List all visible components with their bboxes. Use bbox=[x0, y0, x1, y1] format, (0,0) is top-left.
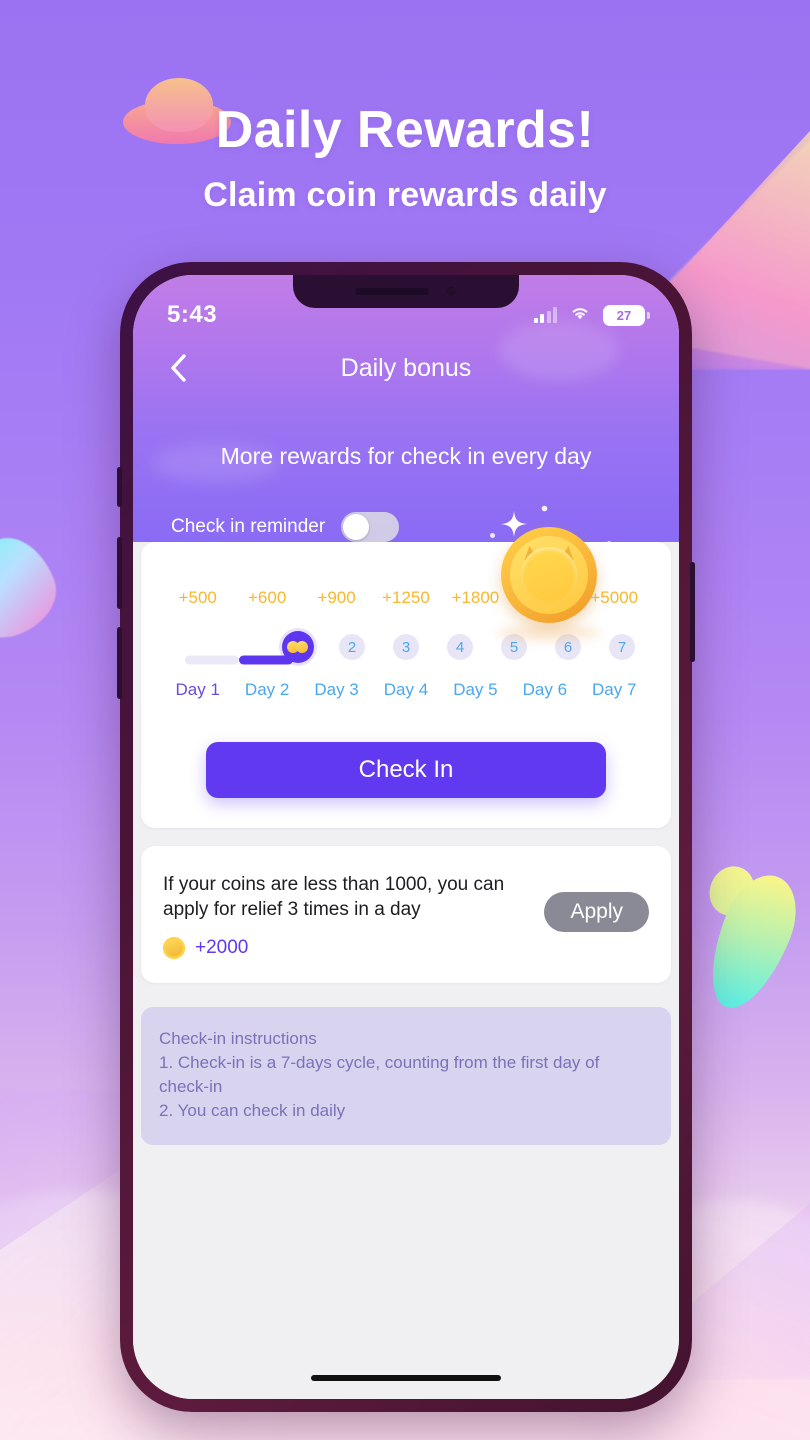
relief-info: If your coins are less than 1000, you ca… bbox=[163, 872, 532, 959]
reward-cell: +1800 bbox=[441, 588, 510, 608]
reward-amount: +600 bbox=[247, 588, 287, 607]
battery-percent: 27 bbox=[616, 307, 632, 323]
screen-body: +500 +600 +900 +1250 +1800 +2500 +5000 bbox=[133, 542, 679, 1399]
day-labels-row: Day 1 Day 2 Day 3 Day 4 Day 5 Day 6 Day … bbox=[141, 680, 671, 700]
phone-volume-up-button bbox=[117, 537, 122, 609]
phone-volume-down-button bbox=[117, 627, 122, 699]
progress-dot: 3 bbox=[393, 634, 419, 660]
battery-icon: 27 bbox=[603, 304, 650, 326]
relief-amount: +2000 bbox=[195, 936, 249, 958]
day-cell: Day 7 bbox=[580, 680, 649, 700]
reward-cell: +600 bbox=[232, 588, 301, 608]
promo-header: Daily Rewards! Claim coin rewards daily bbox=[0, 0, 810, 215]
day-cell: Day 4 bbox=[371, 680, 440, 700]
relief-reward-row: +2000 bbox=[163, 936, 532, 959]
progress-dot-active bbox=[282, 631, 314, 663]
instructions-line-1: 1. Check-in is a 7-days cycle, counting … bbox=[159, 1053, 600, 1097]
promo-subheadline: Claim coin rewards daily bbox=[203, 176, 607, 214]
front-camera-icon bbox=[445, 285, 457, 297]
gold-coin-icon bbox=[501, 527, 597, 623]
reward-amount: +1800 bbox=[451, 588, 500, 607]
sparkle-dot-icon-3 bbox=[607, 541, 611, 545]
apply-button[interactable]: Apply bbox=[544, 892, 649, 932]
phone-mockup: 5:43 27 Daily bonus More rewards for che… bbox=[117, 262, 695, 1412]
day-label: Day 3 bbox=[314, 680, 359, 699]
progress-dot: 7 bbox=[609, 634, 635, 660]
toggle-knob bbox=[343, 514, 370, 540]
progress-step-2[interactable]: 2 bbox=[325, 634, 379, 660]
reward-amount: +900 bbox=[317, 588, 356, 607]
promo-headline: Daily Rewards! bbox=[215, 101, 595, 159]
check-in-instructions: Check-in instructions 1. Check-in is a 7… bbox=[141, 1006, 671, 1146]
day-cell: Day 6 bbox=[510, 680, 579, 700]
day-cell: Day 3 bbox=[302, 680, 371, 700]
day-label: Day 6 bbox=[522, 680, 568, 699]
reward-amount: +500 bbox=[178, 588, 217, 607]
check-in-button[interactable]: Check In bbox=[206, 742, 606, 798]
coin-shadow bbox=[497, 625, 601, 641]
page-title: Daily bonus bbox=[340, 353, 472, 382]
day-label: Day 1 bbox=[175, 680, 220, 699]
status-time: 5:43 bbox=[167, 301, 218, 328]
phone-mute-switch bbox=[117, 467, 122, 507]
phone-screen: 5:43 27 Daily bonus More rewards for che… bbox=[133, 275, 679, 1399]
progress-dot: 4 bbox=[447, 634, 473, 660]
sparkle-dot-icon bbox=[541, 505, 548, 512]
progress-step-4[interactable]: 4 bbox=[433, 634, 487, 660]
screen-header: 5:43 27 Daily bonus More rewards for che… bbox=[133, 275, 679, 641]
status-icons: 27 bbox=[533, 304, 650, 326]
progress-track bbox=[185, 655, 239, 664]
back-chevron-icon[interactable] bbox=[161, 351, 195, 385]
check-in-reminder-label: Check in reminder bbox=[171, 516, 326, 537]
day-cell: Day 2 bbox=[232, 680, 301, 700]
blob-left-decoration bbox=[0, 526, 68, 650]
phone-power-button bbox=[690, 562, 695, 662]
reward-cell: +1250 bbox=[371, 588, 440, 608]
day-label: Day 5 bbox=[453, 680, 498, 699]
phone-notch bbox=[293, 275, 519, 308]
day-cell: Day 1 bbox=[163, 680, 232, 700]
instructions-title: Check-in instructions bbox=[159, 1028, 317, 1048]
reward-cell: +500 bbox=[163, 588, 232, 608]
relief-card: If your coins are less than 1000, you ca… bbox=[141, 846, 671, 983]
reward-amount: +1250 bbox=[382, 588, 430, 607]
reward-cell: +900 bbox=[302, 588, 371, 608]
day-label: Day 4 bbox=[383, 680, 429, 699]
sparkle-icon bbox=[501, 511, 527, 537]
progress-step-1[interactable] bbox=[271, 631, 325, 663]
progress-step-3[interactable]: 3 bbox=[379, 634, 433, 660]
wifi-icon bbox=[569, 305, 591, 326]
nav-bar: Daily bonus bbox=[133, 329, 679, 391]
home-indicator[interactable] bbox=[311, 1375, 501, 1381]
header-subtitle: More rewards for check in every day bbox=[220, 443, 592, 469]
instructions-line-2: 2. You can check in daily bbox=[159, 1101, 346, 1121]
progress-step-7[interactable]: 7 bbox=[595, 634, 649, 660]
day-label: Day 2 bbox=[244, 680, 290, 699]
earpiece-speaker-icon bbox=[355, 287, 429, 295]
relief-description: If your coins are less than 1000, you ca… bbox=[163, 874, 505, 921]
gold-coin-icon bbox=[163, 936, 185, 959]
progress-dot: 2 bbox=[339, 634, 365, 660]
check-in-reminder-toggle[interactable] bbox=[341, 512, 400, 542]
day-label: Day 7 bbox=[592, 680, 637, 699]
sparkle-dot-icon-2 bbox=[490, 533, 495, 538]
day-cell: Day 5 bbox=[441, 680, 510, 700]
check-in-reminder-row: Check in reminder bbox=[133, 470, 679, 542]
reward-amount: +5000 bbox=[590, 588, 639, 607]
app-screen: 5:43 27 Daily bonus More rewards for che… bbox=[133, 275, 679, 1399]
cellular-signal-icon bbox=[533, 307, 557, 323]
